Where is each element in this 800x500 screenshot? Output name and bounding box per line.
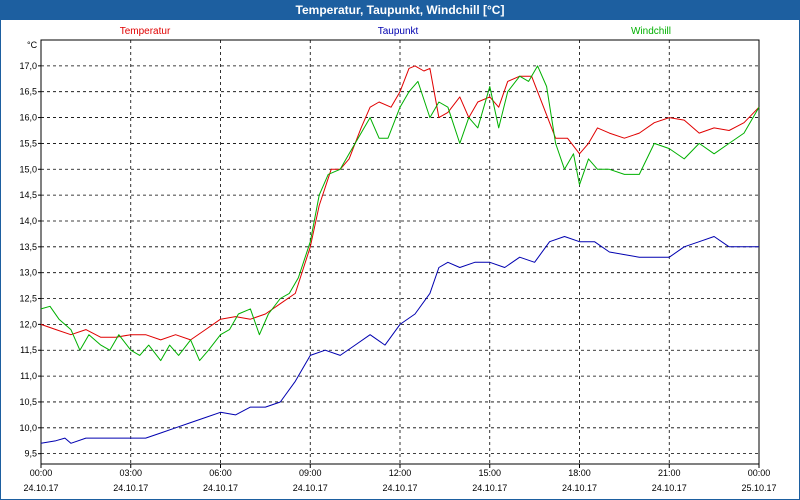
y-tick-label: 15,5	[19, 138, 37, 148]
x-tick-time-label: 12:00	[389, 468, 412, 478]
x-tick-time-label: 06:00	[209, 468, 232, 478]
x-tick-time-label: 09:00	[299, 468, 322, 478]
legend-taupunkt: Taupunkt	[378, 26, 419, 37]
window-title: Temperatur, Taupunkt, Windchill [°C]	[0, 0, 800, 20]
y-tick-label: 13,5	[19, 242, 37, 252]
y-tick-label: 14,5	[19, 190, 37, 200]
x-tick-date-label: 24.10.17	[472, 483, 507, 493]
y-tick-label: 16,5	[19, 87, 37, 97]
y-tick-label: 10,0	[19, 423, 37, 433]
x-tick-time-label: 18:00	[568, 468, 591, 478]
x-tick-date-label: 24.10.17	[293, 483, 328, 493]
x-tick-date-label: 24.10.17	[652, 483, 687, 493]
y-tick-label: 12,0	[19, 319, 37, 329]
chart-frame: 9,5 10,0 10,5 11,0 11,5 12,0 12,5 13,0 13,5 14,0 1…	[0, 20, 800, 500]
y-tick-label: 15,0	[19, 164, 37, 174]
legend-temperatur: Temperatur	[120, 26, 171, 37]
y-tick-label: 9,5	[24, 449, 37, 459]
x-tick-time-label: 15:00	[478, 468, 501, 478]
x-tick-date-label: 24.10.17	[562, 483, 597, 493]
x-tick-date-label: 24.10.17	[23, 483, 58, 493]
legend-windchill: Windchill	[631, 26, 671, 37]
y-tick-label: 16,0	[19, 113, 37, 123]
x-tick-date-label: 24.10.17	[382, 483, 417, 493]
y-tick-label: 10,5	[19, 397, 37, 407]
y-tick-label: 11,5	[20, 345, 37, 355]
x-tick-date-label: 25.10.17	[741, 483, 776, 493]
y-tick-label: 11,0	[20, 371, 37, 381]
y-tick-label: 17,0	[19, 61, 37, 71]
y-axis-label: °C	[27, 40, 38, 50]
x-tick-time-label: 00:00	[748, 468, 771, 478]
y-tick-label: 13,0	[19, 268, 37, 278]
x-tick-time-label: 21:00	[658, 468, 681, 478]
line-chart: 9,5 10,0 10,5 11,0 11,5 12,0 12,5 13,0 13,5 14,0 1…	[19, 26, 776, 493]
x-tick-time-label: 00:00	[30, 468, 53, 478]
x-tick-date-label: 24.10.17	[113, 483, 148, 493]
x-tick-time-label: 03:00	[119, 468, 142, 478]
y-tick-label: 14,0	[19, 216, 37, 226]
x-tick-date-label: 24.10.17	[203, 483, 238, 493]
y-tick-label: 12,5	[19, 294, 37, 304]
